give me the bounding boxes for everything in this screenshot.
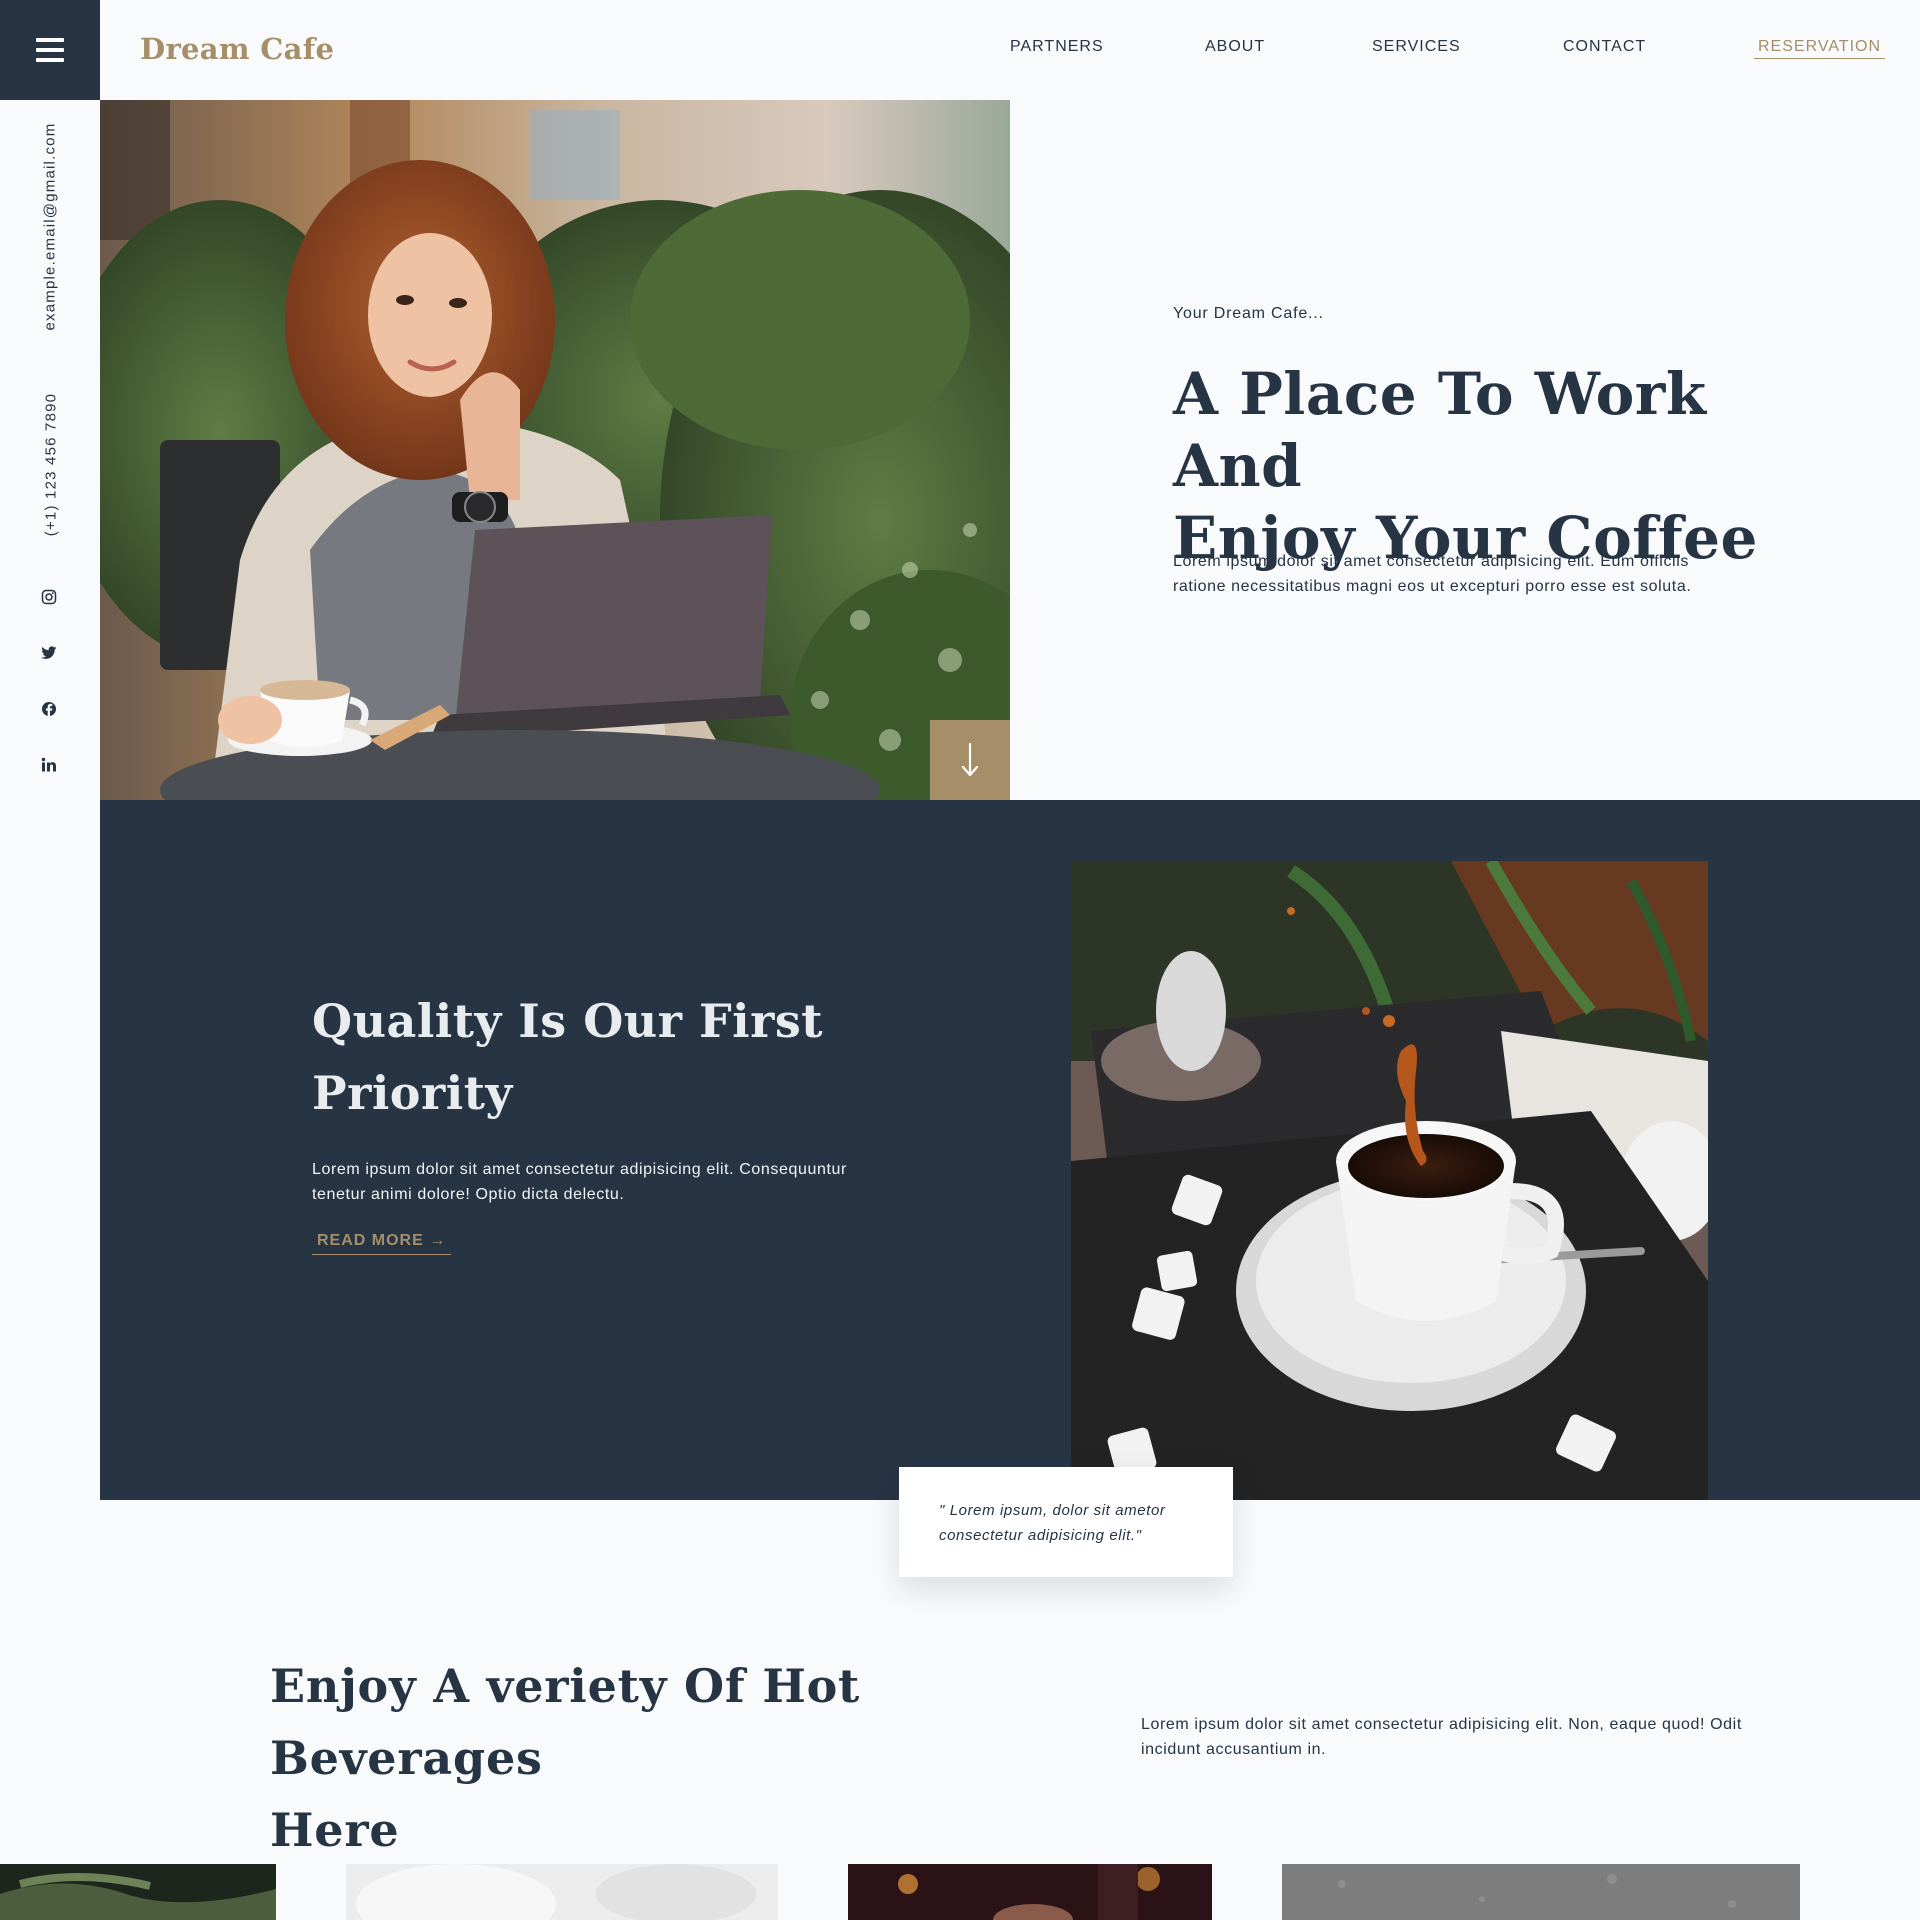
arrow-down-icon [961, 742, 979, 777]
hero-title: A Place To Work And Enjoy Your Coffee [1173, 358, 1813, 574]
quality-description: Lorem ipsum dolor sit amet consectetur a… [312, 1161, 847, 1203]
hamburger-icon [36, 38, 64, 62]
read-more-link[interactable]: READ MORE → [312, 1232, 452, 1255]
nav-contact[interactable]: CONTACT [1563, 38, 1646, 62]
reservation-link[interactable]: RESERVATION [1754, 38, 1886, 59]
beverage-image-4[interactable] [1282, 1864, 1800, 1920]
phone-link[interactable]: (+1) 123 456 7890 [43, 385, 60, 545]
beverages-title-line2: Here [270, 1803, 400, 1857]
quality-title-line2: Priority [312, 1066, 513, 1120]
nav-about[interactable]: ABOUT [1205, 38, 1265, 62]
facebook-icon[interactable] [40, 700, 58, 718]
beverages-title: Enjoy A veriety Of Hot Beverages Here [270, 1650, 1050, 1866]
quote-card: " Lorem ipsum, dolor sit ametor consecte… [899, 1467, 1233, 1577]
nav-services[interactable]: SERVICES [1372, 38, 1461, 62]
brand-logo[interactable]: Dream Cafe [140, 32, 334, 66]
scroll-down-button[interactable] [930, 720, 1010, 800]
beverages-description: Lorem ipsum dolor sit amet consectetur a… [1141, 1716, 1742, 1758]
menu-button[interactable] [0, 0, 100, 100]
beverage-image-2[interactable] [346, 1864, 778, 1920]
instagram-icon[interactable] [40, 588, 58, 606]
quote-text: " Lorem ipsum, dolor sit ametor consecte… [939, 1502, 1166, 1544]
beverage-image-3[interactable] [848, 1864, 1212, 1920]
hero-kicker: Your Dream Cafe... [1173, 305, 1324, 322]
hero-description: Lorem ipsum dolor sit amet consectetur a… [1173, 553, 1692, 595]
twitter-icon[interactable] [40, 644, 58, 662]
email-link[interactable]: example.email@gmail.com [42, 123, 59, 331]
linkedin-icon[interactable] [40, 756, 58, 774]
quality-title-line1: Quality Is Our First [312, 994, 823, 1048]
quality-title: Quality Is Our First Priority [312, 985, 872, 1129]
nav-partners[interactable]: PARTNERS [1010, 38, 1104, 62]
beverage-image-1[interactable] [0, 1864, 276, 1920]
beverages-title-line1: Enjoy A veriety Of Hot Beverages [270, 1659, 861, 1785]
hero-image [100, 100, 1010, 800]
hero-title-line1: A Place To Work And [1173, 360, 1707, 500]
coffee-splash-image [1071, 861, 1708, 1500]
